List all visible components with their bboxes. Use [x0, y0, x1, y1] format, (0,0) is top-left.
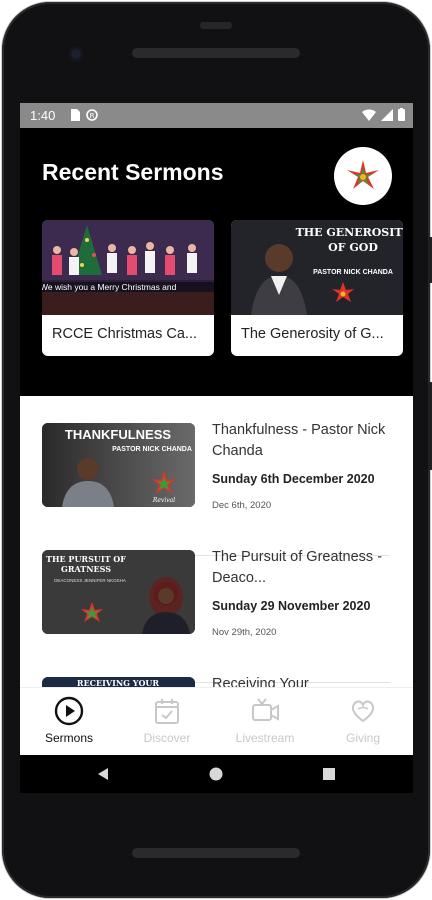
sermon-list: THANKFULNESS PASTOR NICK CHANDA Revival … — [20, 396, 413, 793]
status-time: 1:40 — [30, 108, 56, 123]
carousel-thumbnail: We wish you a Merry Christmas and — [42, 220, 214, 315]
sermon-short-date: Nov 29th, 2020 — [212, 627, 277, 638]
svg-text:Revival: Revival — [152, 497, 175, 504]
church-logo[interactable] — [334, 147, 392, 205]
signal-icon — [381, 108, 393, 121]
carousel-thumbnail: THE GENEROSITY OF GOD PASTOR NICK CHANDA — [231, 220, 403, 315]
sermon-title: Thankfulness - Pastor Nick Chanda — [212, 422, 386, 459]
nav-label: Livestream — [235, 731, 295, 745]
carousel-card-generosity[interactable]: THE GENEROSITY OF GOD PASTOR NICK CHANDA… — [231, 220, 403, 356]
system-navigation — [20, 755, 413, 793]
nav-giving[interactable]: Giving — [314, 688, 412, 756]
svg-text:R: R — [90, 112, 95, 120]
sermon-date: Sunday 29 November 2020 — [212, 599, 371, 613]
status-bar: 1:40 R — [20, 103, 413, 128]
sermon-row[interactable]: THE PURSUIT OF GRATNESS DEACONESS JENNIF… — [42, 549, 390, 683]
volume-button — [428, 382, 432, 470]
carousel-card-christmas[interactable]: We wish you a Merry Christmas and RCCE C… — [42, 220, 214, 356]
app-screen: 1:40 R Recent Sermons We wish you a Merr… — [20, 103, 413, 793]
nav-label: Sermons — [44, 731, 94, 745]
sermon-short-date: Dec 6th, 2020 — [212, 500, 272, 511]
heart-hand-icon — [351, 700, 375, 723]
recents-icon[interactable] — [322, 767, 336, 781]
phone-frame: 1:40 R Recent Sermons We wish you a Merr… — [2, 2, 432, 898]
svg-text:THE GENEROSITY: THE GENEROSITY — [296, 226, 403, 239]
revival-logo-icon — [347, 160, 379, 189]
home-icon[interactable] — [209, 767, 223, 781]
front-camera — [68, 46, 84, 62]
earpiece — [200, 22, 232, 29]
carousel-title: RCCE Christmas Ca... — [52, 326, 198, 342]
generosity-image: THE GENEROSITY OF GOD PASTOR NICK CHANDA — [231, 220, 403, 315]
sim-icon — [71, 109, 80, 121]
back-icon[interactable] — [96, 767, 110, 781]
sermon-thumbnail: THANKFULNESS PASTOR NICK CHANDA Revival — [42, 423, 195, 507]
carousel-title: The Generosity of G... — [241, 326, 384, 342]
thankfulness-image: THANKFULNESS PASTOR NICK CHANDA Revival — [42, 423, 195, 507]
svg-text:DEACONESS JENNIFER NKOSHA: DEACONESS JENNIFER NKOSHA — [54, 578, 126, 583]
nav-sermons[interactable]: Sermons — [20, 688, 118, 756]
sermon-date: Sunday 6th December 2020 — [212, 472, 375, 486]
play-circle-icon — [54, 696, 84, 726]
calendar-check-icon — [155, 699, 179, 724]
svg-text:OF GOD: OF GOD — [328, 241, 378, 254]
page-title: Recent Sermons — [42, 159, 224, 185]
svg-text:PASTOR NICK CHANDA: PASTOR NICK CHANDA — [112, 446, 192, 453]
nav-label: Discover — [143, 731, 191, 745]
christmas-caption: We wish you a Merry Christmas and — [42, 282, 177, 292]
battery-icon — [398, 108, 405, 121]
christmas-choir-image: We wish you a Merry Christmas and — [42, 220, 214, 315]
bottom-navigation: Sermons Discover Livestream Giving — [20, 687, 413, 755]
pursuit-image: THE PURSUIT OF GRATNESS DEACONESS JENNIF… — [42, 550, 195, 634]
svg-text:PASTOR NICK CHANDA: PASTOR NICK CHANDA — [313, 269, 393, 276]
sermon-thumbnail: THE PURSUIT OF GRATNESS DEACONESS JENNIF… — [42, 550, 195, 634]
top-speaker — [132, 48, 300, 58]
power-button — [428, 237, 432, 283]
nav-discover[interactable]: Discover — [118, 688, 216, 756]
video-camera-icon — [252, 698, 279, 721]
data-saver-icon: R — [86, 109, 98, 121]
svg-text:GRATNESS: GRATNESS — [61, 564, 111, 574]
sermon-row[interactable]: THANKFULNESS PASTOR NICK CHANDA Revival … — [42, 422, 390, 556]
nav-label: Giving — [345, 731, 380, 745]
bottom-speaker — [132, 848, 300, 858]
svg-text:THANKFULNESS: THANKFULNESS — [65, 427, 171, 442]
svg-text:THE PURSUIT OF: THE PURSUIT OF — [46, 554, 126, 564]
wifi-icon — [362, 108, 376, 121]
sermon-title: The Pursuit of Greatness - Deaco... — [212, 549, 383, 586]
nav-livestream[interactable]: Livestream — [216, 688, 314, 756]
